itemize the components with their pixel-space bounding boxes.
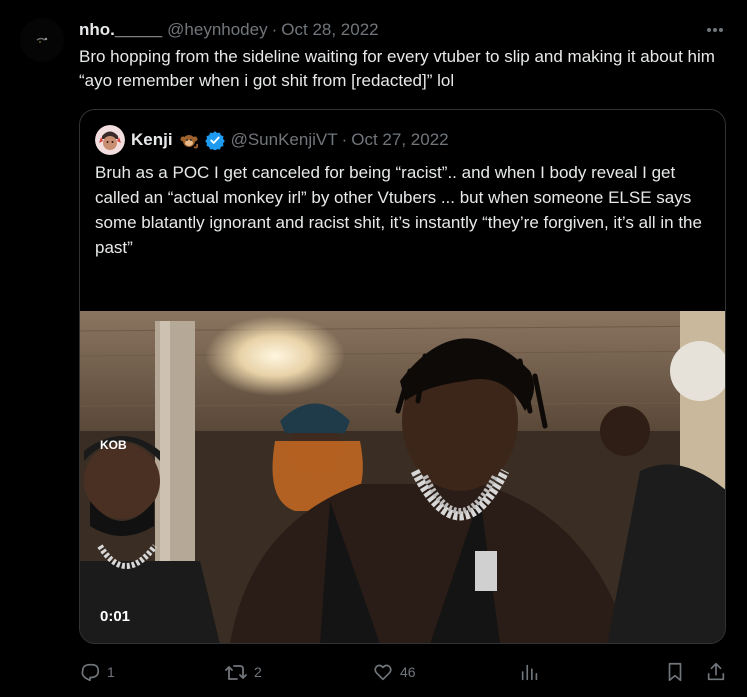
reply-icon <box>81 663 100 682</box>
like-button[interactable]: 46 <box>372 660 416 684</box>
tweet[interactable]: nho._____ @heynhodey · Oct 28, 2022 Bro … <box>0 0 747 697</box>
video-player[interactable]: KOB 0:01 <box>80 311 725 643</box>
bookmark-icon <box>668 662 682 682</box>
quoted-tweet-text: Bruh as a POC I get canceled for being “… <box>95 163 702 257</box>
more-horizontal-icon[interactable] <box>704 20 726 40</box>
retweet-button[interactable]: 2 <box>224 660 262 684</box>
reply-count: 1 <box>107 664 115 680</box>
quoted-tweet-date[interactable]: Oct 27, 2022 <box>351 130 448 150</box>
retweet-count: 2 <box>254 664 262 680</box>
video-frame: KOB <box>80 311 725 643</box>
tweet-header: nho._____ @heynhodey · Oct 28, 2022 <box>79 19 379 41</box>
display-name[interactable]: nho._____ <box>79 20 162 40</box>
views-button[interactable] <box>519 660 541 684</box>
tweet-actions: 1 2 46 <box>79 660 729 684</box>
user-handle[interactable]: @heynhodey <box>167 20 267 40</box>
share-icon <box>707 662 725 681</box>
quoted-user-handle[interactable]: @SunKenjiVT <box>231 130 338 150</box>
quoted-user-avatar[interactable] <box>95 125 125 155</box>
retweet-icon <box>225 665 247 680</box>
tweet-text: Bro hopping from the sideline waiting fo… <box>79 47 715 90</box>
quoted-tweet-header: Kenji @SunKenjiVT · Oct 27, 2022 <box>95 125 449 155</box>
bookmark-button[interactable] <box>665 660 685 684</box>
like-count: 46 <box>400 664 416 680</box>
user-avatar[interactable] <box>20 18 64 62</box>
avatar-image <box>20 18 64 62</box>
analytics-icon <box>521 664 538 681</box>
video-timestamp: 0:01 <box>100 608 131 625</box>
reply-button[interactable]: 1 <box>79 660 115 684</box>
quoted-header-separator: · <box>341 130 348 149</box>
monkey-emoji-icon <box>178 129 200 151</box>
quoted-tweet[interactable]: Kenji @SunKenjiVT · Oct 27, 2022 Bruh as… <box>79 109 726 644</box>
share-button[interactable] <box>705 660 727 684</box>
heart-icon <box>374 664 392 681</box>
header-separator: · <box>271 20 278 39</box>
svg-text:KOB: KOB <box>100 438 127 452</box>
tweet-date[interactable]: Oct 28, 2022 <box>281 20 378 40</box>
quoted-display-name[interactable]: Kenji <box>131 130 173 150</box>
verified-badge-icon <box>204 130 225 150</box>
